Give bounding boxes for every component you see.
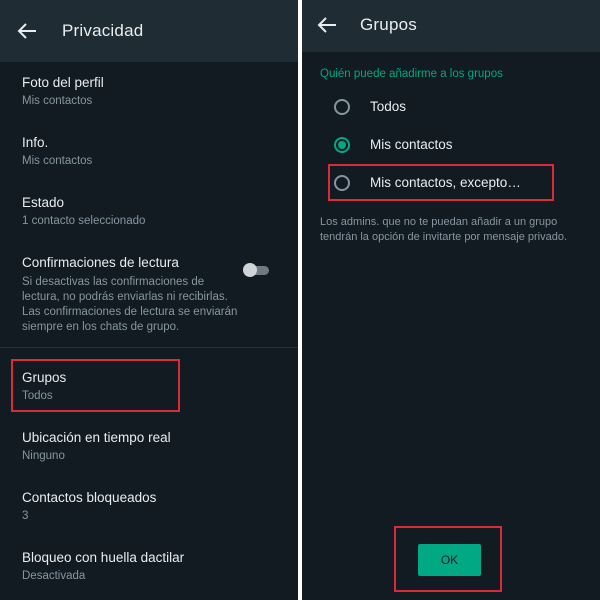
setting-value: Ninguno [22,450,65,462]
option-mis-contactos[interactable]: Mis contactos [302,129,600,161]
setting-status[interactable]: Estado 1 contacto seleccionado [0,195,298,235]
setting-title: Contactos bloqueados [22,490,157,505]
setting-title: Estado [22,195,65,210]
option-label: Mis contactos [370,137,453,152]
radio-button[interactable] [334,99,350,115]
setting-info[interactable]: Info. Mis contactos [0,135,298,175]
back-arrow-icon[interactable] [16,21,38,41]
setting-live-location[interactable]: Ubicación en tiempo real Ninguno [0,430,298,470]
setting-description: Si desactivas las confirmaciones de lect… [22,276,238,333]
setting-title: Foto del perfil [22,75,104,90]
radio-button-checked[interactable] [334,137,350,153]
setting-value: Mis contactos [22,95,93,107]
info-note: Los admins. que no te puedan añadir a un… [320,216,568,243]
highlight-box-groups [11,359,180,412]
read-receipts-toggle[interactable] [243,263,269,277]
highlight-box-excepto [328,164,554,201]
groups-screen: Grupos Quién puede añadirme a los grupos… [302,0,600,600]
setting-value: Mis contactos [22,155,93,167]
back-arrow-icon[interactable] [316,15,338,35]
page-title: Privacidad [62,21,144,40]
setting-read-receipts[interactable]: Confirmaciones de lectura Si desactivas … [0,255,298,335]
setting-title: Confirmaciones de lectura [22,255,179,270]
app-bar: Grupos [302,0,600,52]
setting-title: Ubicación en tiempo real [22,430,171,445]
setting-blocked-contacts[interactable]: Contactos bloqueados 3 [0,490,298,530]
option-todos[interactable]: Todos [302,91,600,123]
setting-title: Info. [22,135,49,150]
setting-title: Bloqueo con huella dactilar [22,550,185,565]
app-bar: Privacidad [0,0,298,62]
setting-value: Desactivada [22,570,86,582]
setting-profile-photo[interactable]: Foto del perfil Mis contactos [0,75,298,115]
privacy-screen: Privacidad Foto del perfil Mis contactos… [0,0,298,600]
divider [0,347,298,348]
setting-value: 3 [22,510,29,522]
setting-fingerprint-lock[interactable]: Bloqueo con huella dactilar Desactivada [0,550,298,590]
section-header: Quién puede añadirme a los grupos [320,68,503,80]
option-label: Todos [370,99,407,114]
page-title: Grupos [360,15,417,34]
highlight-box-ok [394,526,502,592]
toggle-thumb [243,263,257,277]
setting-value: 1 contacto seleccionado [22,215,146,227]
